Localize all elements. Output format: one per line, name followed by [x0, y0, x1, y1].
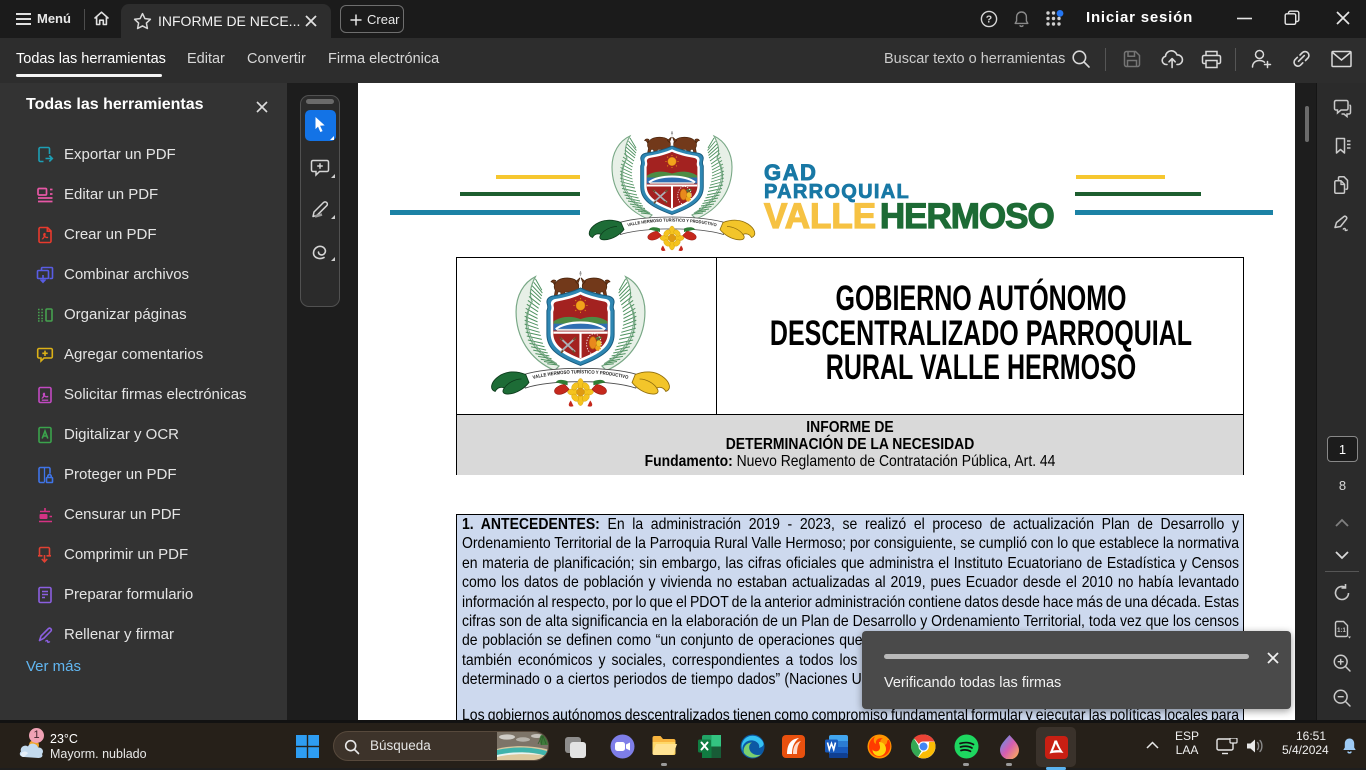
svg-text:1:1: 1:1: [1337, 628, 1346, 634]
svg-text:?: ?: [986, 14, 992, 26]
